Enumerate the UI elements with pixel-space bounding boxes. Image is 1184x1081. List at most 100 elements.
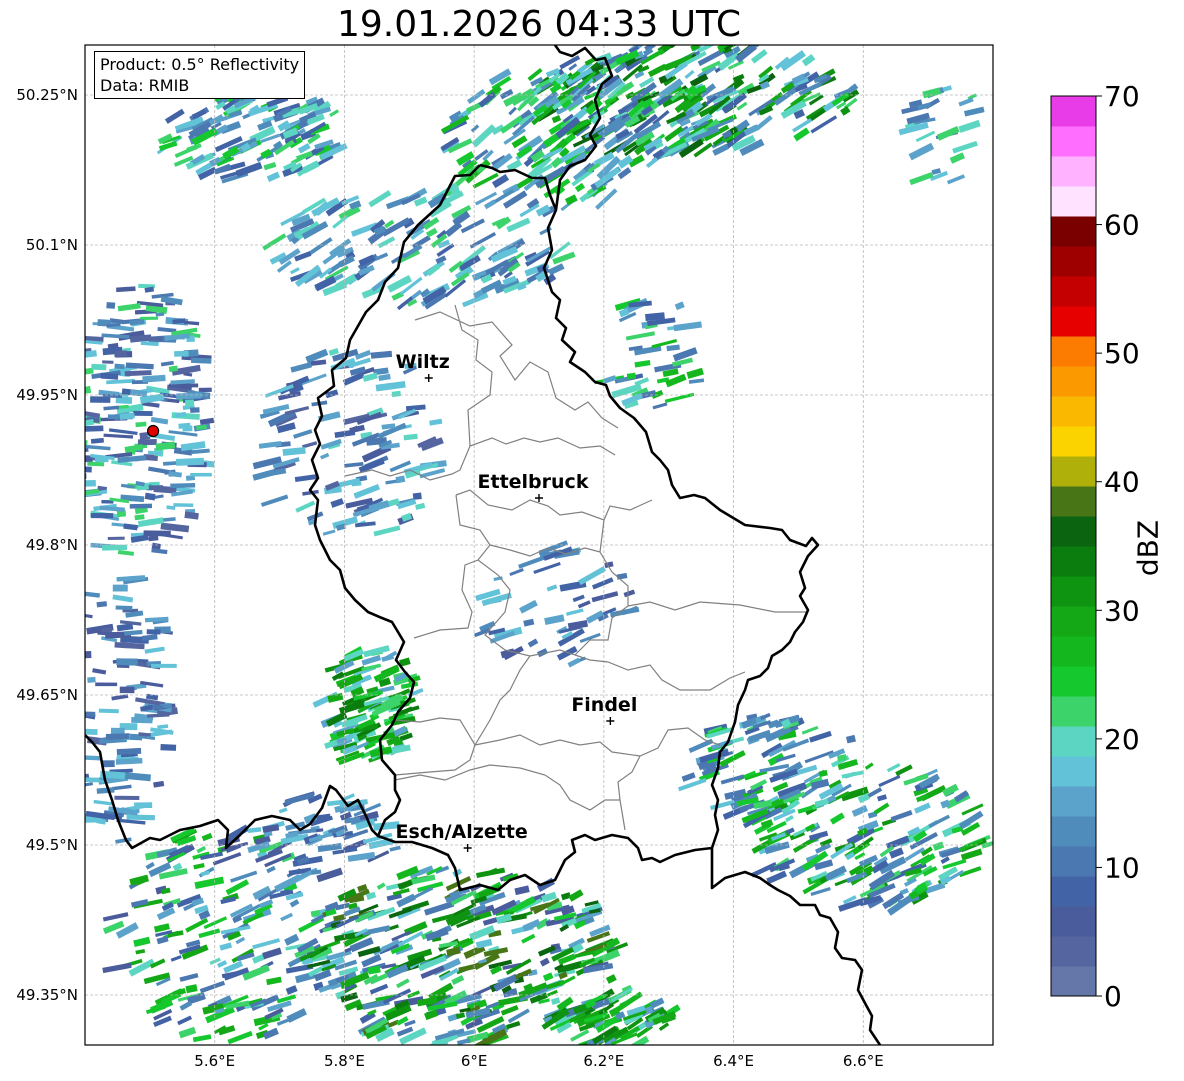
echo-cell	[877, 794, 887, 802]
echo-cell	[949, 152, 966, 164]
echo-cell	[958, 97, 974, 107]
colorbar-tick-label: 30	[1104, 594, 1140, 627]
radar-map: WiltzEttelbruckFindelEsch/Alzette 5.6°E 5…	[16, 44, 1140, 1070]
echo-cell	[873, 802, 890, 815]
echo-cell	[85, 406, 86, 416]
echo-cell	[258, 441, 282, 449]
echo-cell	[194, 876, 225, 890]
echo-cell	[508, 106, 517, 116]
colorbar-swatch	[1051, 606, 1096, 637]
echo-cell	[327, 692, 344, 703]
echo-cell	[170, 955, 182, 962]
echo-cell	[112, 784, 132, 791]
echo-cell	[163, 461, 178, 466]
echo-cell	[940, 856, 950, 865]
echo-cell	[263, 162, 277, 171]
echo-cell	[482, 917, 499, 926]
city-esch-alzette: Esch/Alzette	[396, 821, 528, 852]
echo-cell	[840, 105, 851, 116]
echo-cell	[170, 483, 196, 489]
lon-tick-label: 6.2°E	[583, 1052, 624, 1070]
colorbar-swatch	[1051, 366, 1096, 397]
echo-cell	[928, 814, 951, 829]
echo-cell	[262, 233, 287, 251]
echo-cell	[415, 502, 426, 510]
echo-cell	[174, 350, 189, 357]
echo-cell	[627, 1035, 650, 1045]
echo-cell	[185, 399, 195, 407]
echo-cell	[112, 584, 128, 592]
echo-cell	[446, 946, 461, 957]
echo-cell	[116, 747, 142, 755]
colorbar-swatch	[1051, 876, 1096, 907]
lat-tick-label: 49.95°N	[16, 386, 78, 404]
echo-cell	[90, 437, 104, 444]
echo-cell	[96, 601, 108, 608]
lat-tick-label: 50.25°N	[16, 86, 78, 104]
echo-cell	[369, 983, 389, 995]
echo-cell	[469, 925, 496, 941]
echo-cell	[378, 373, 391, 382]
echo-cell	[266, 865, 276, 874]
echo-cell	[93, 799, 113, 806]
colorbar-swatch	[1051, 756, 1096, 787]
colorbar-swatch	[1051, 396, 1096, 427]
echo-cell	[235, 936, 246, 945]
echo-cell	[456, 1038, 471, 1045]
echo-cell	[116, 658, 138, 666]
colorbar-swatch	[1051, 126, 1096, 157]
echo-cell	[85, 465, 92, 473]
colorbar-swatch	[1051, 816, 1096, 847]
echo-cell	[946, 174, 966, 185]
echo-cell	[285, 985, 298, 995]
echo-cell	[227, 1030, 253, 1045]
echo-cell	[85, 782, 94, 788]
echo-cell	[184, 511, 199, 520]
echo-cell	[784, 814, 794, 823]
echo-cell	[106, 378, 136, 385]
echo-cell	[117, 302, 141, 312]
echo-cell	[135, 948, 146, 955]
echo-cell	[353, 483, 381, 499]
echo-cell	[124, 629, 143, 636]
echo-cell	[85, 611, 93, 619]
echo-cell	[142, 374, 166, 383]
echo-cell	[199, 417, 215, 425]
echo-cell	[87, 676, 96, 683]
echo-cell	[527, 638, 539, 648]
echo-cell	[444, 221, 463, 237]
echo-cell	[150, 663, 177, 668]
colorbar-label: dBZ	[1131, 519, 1165, 577]
echo-cell	[678, 777, 707, 792]
colorbar-swatch	[1051, 96, 1096, 127]
echo-cell	[577, 600, 591, 609]
echo-cell	[85, 367, 94, 377]
echo-cell	[373, 525, 401, 537]
echo-cell	[177, 1015, 193, 1026]
echo-cell	[173, 503, 194, 507]
colorbar-tick-label: 60	[1104, 209, 1140, 242]
echo-cell	[201, 832, 213, 842]
colorbar-swatch	[1051, 786, 1096, 817]
echo-cell	[370, 350, 393, 359]
product-info-box: Product: 0.5° Reflectivity Data: RMIB	[94, 51, 306, 99]
echo-cell	[101, 627, 113, 633]
echo-cell	[605, 974, 617, 984]
echo-cell	[909, 171, 934, 186]
echo-cell	[544, 614, 565, 625]
echo-cell	[688, 378, 705, 384]
echo-cell	[801, 850, 829, 872]
echo-cell	[131, 717, 153, 724]
echo-cell	[514, 885, 530, 896]
echo-cell	[451, 975, 465, 986]
echo-cell	[458, 962, 483, 973]
echo-cell	[375, 252, 389, 261]
echo-cell	[193, 862, 205, 870]
echo-cell	[102, 962, 132, 974]
echo-cell	[542, 972, 554, 982]
city-findel: Findel	[571, 694, 637, 725]
echo-cell	[533, 561, 561, 574]
echo-cell	[565, 608, 584, 616]
lon-tick-label: 6°E	[461, 1052, 488, 1070]
echo-cell	[809, 730, 832, 743]
